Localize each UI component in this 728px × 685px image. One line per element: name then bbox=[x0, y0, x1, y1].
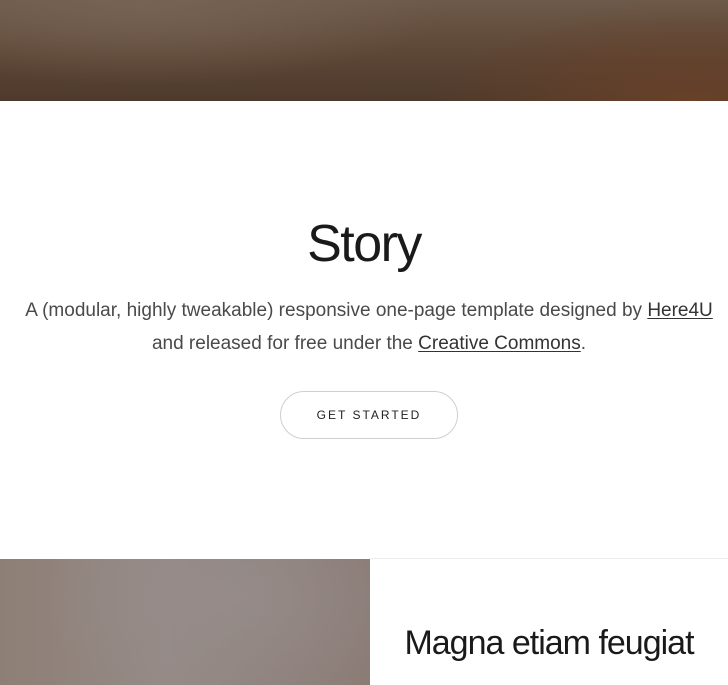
story-description-text: . bbox=[580, 333, 587, 354]
hero-banner-image bbox=[0, 0, 728, 101]
story-section: Story A (modular, highly tweakable) resp… bbox=[0, 101, 728, 559]
creative-commons-link[interactable]: Creative Commons bbox=[418, 333, 581, 354]
story-description-text: and released for free under the bbox=[151, 333, 419, 354]
feature-image bbox=[0, 559, 370, 685]
story-description: A (modular, highly tweakable) responsive… bbox=[20, 294, 718, 360]
here4u-link[interactable]: Here4U bbox=[647, 300, 712, 321]
feature-panel: Magna etiam feugiat bbox=[370, 559, 728, 685]
story-description-text: A (modular, highly tweakable) responsive… bbox=[25, 300, 648, 321]
feature-title: Magna etiam feugiat bbox=[404, 624, 694, 662]
get-started-button[interactable]: GET STARTED bbox=[280, 391, 458, 439]
story-title: Story bbox=[307, 215, 422, 273]
